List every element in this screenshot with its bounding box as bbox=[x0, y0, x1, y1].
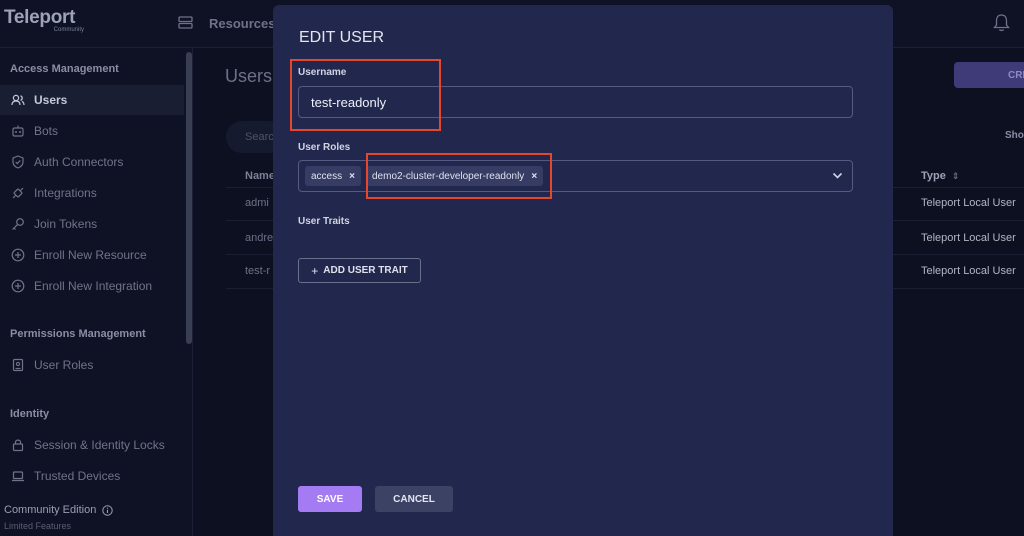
remove-role-icon[interactable]: × bbox=[531, 171, 537, 182]
sidebar-item-users[interactable]: Users bbox=[0, 85, 184, 115]
sidebar-item-user-roles[interactable]: User Roles bbox=[0, 350, 184, 380]
edition-subtitle: Limited Features bbox=[4, 521, 72, 531]
users-icon bbox=[11, 94, 25, 106]
sort-icon[interactable]: ⇕ bbox=[952, 171, 960, 181]
sidebar-item-label: Trusted Devices bbox=[34, 469, 121, 483]
section-permissions-management: Permissions Management bbox=[10, 328, 146, 340]
sidebar-item-join-tokens[interactable]: Join Tokens bbox=[0, 209, 184, 239]
chevron-down-icon[interactable] bbox=[832, 171, 843, 180]
edition-title: Community Edition bbox=[4, 504, 97, 516]
table-row-type: Teleport Local User bbox=[921, 265, 1016, 277]
table-row-name: test-r bbox=[245, 265, 271, 277]
remove-role-icon[interactable]: × bbox=[349, 171, 355, 182]
resources-nav-link[interactable]: Resources bbox=[209, 16, 275, 31]
sidebar-item-label: Bots bbox=[34, 124, 59, 138]
user-roles-select[interactable]: access × demo2-cluster-developer-readonl… bbox=[298, 160, 853, 192]
user-roles-label: User Roles bbox=[298, 142, 351, 153]
teleport-logo[interactable]: Teleport Community bbox=[4, 7, 88, 34]
save-button[interactable]: SAVE bbox=[298, 486, 362, 512]
sidebar-item-trusted-devices[interactable]: Trusted Devices bbox=[0, 461, 184, 491]
username-input[interactable] bbox=[298, 86, 853, 118]
sidebar-scrollbar[interactable] bbox=[186, 52, 192, 344]
table-row-type: Teleport Local User bbox=[921, 232, 1016, 244]
plus-circle-icon bbox=[11, 279, 25, 293]
sidebar-item-label: User Roles bbox=[34, 358, 94, 372]
role-chip-access: access × bbox=[305, 166, 361, 186]
add-user-trait-label: ADD USER TRAIT bbox=[323, 265, 408, 276]
id-badge-icon bbox=[12, 358, 24, 372]
table-row-type: Teleport Local User bbox=[921, 197, 1016, 209]
plus-circle-icon bbox=[11, 248, 25, 262]
add-user-trait-button[interactable]: + ADD USER TRAIT bbox=[298, 258, 421, 283]
cancel-button[interactable]: CANCEL bbox=[375, 486, 453, 512]
user-traits-label: User Traits bbox=[298, 216, 350, 227]
sidebar-item-integrations[interactable]: Integrations bbox=[0, 178, 184, 208]
sidebar-item-label: Join Tokens bbox=[34, 217, 98, 231]
page-title: Users bbox=[225, 66, 273, 86]
sidebar-item-label: Enroll New Integration bbox=[34, 279, 153, 293]
show-label: Sho bbox=[1005, 130, 1024, 141]
username-label: Username bbox=[298, 67, 347, 78]
create-user-button[interactable]: CRE bbox=[954, 62, 1024, 88]
sidebar: Access Management Users Bots Auth Connec… bbox=[0, 48, 193, 536]
sidebar-item-label: Session & Identity Locks bbox=[34, 438, 165, 452]
column-header-name[interactable]: Name bbox=[245, 170, 275, 182]
laptop-icon bbox=[12, 471, 24, 482]
sidebar-item-label: Enroll New Resource bbox=[34, 248, 147, 262]
sidebar-item-label: Auth Connectors bbox=[34, 155, 124, 169]
bell-icon[interactable] bbox=[993, 13, 1010, 32]
plug-icon bbox=[12, 187, 24, 199]
shield-check-icon bbox=[12, 155, 24, 169]
role-chip-label: access bbox=[311, 170, 343, 182]
table-row-name: admi bbox=[245, 197, 269, 209]
edit-user-dialog: EDIT USER Username User Roles access × d… bbox=[273, 5, 893, 536]
sidebar-item-auth-connectors[interactable]: Auth Connectors bbox=[0, 147, 184, 177]
sidebar-item-session-identity-locks[interactable]: Session & Identity Locks bbox=[0, 430, 184, 460]
sidebar-item-label: Integrations bbox=[34, 186, 97, 200]
section-identity: Identity bbox=[10, 408, 50, 420]
plus-icon: + bbox=[311, 263, 319, 278]
sidebar-item-enroll-new-integration[interactable]: Enroll New Integration bbox=[0, 271, 184, 301]
sidebar-item-bots[interactable]: Bots bbox=[0, 116, 184, 146]
role-chip-demo2-cluster-developer-readonly: demo2-cluster-developer-readonly × bbox=[366, 166, 544, 186]
edition-label: Community Edition bbox=[4, 504, 114, 516]
column-header-type-label: Type bbox=[921, 170, 946, 182]
key-icon bbox=[12, 218, 24, 230]
table-row-name: andre bbox=[245, 232, 274, 244]
logo-text: Teleport bbox=[4, 7, 76, 28]
server-icon[interactable] bbox=[178, 16, 193, 29]
dialog-title: EDIT USER bbox=[299, 29, 385, 46]
role-chip-label: demo2-cluster-developer-readonly bbox=[372, 170, 525, 182]
info-icon[interactable] bbox=[102, 504, 114, 516]
sidebar-item-label: Users bbox=[34, 93, 68, 107]
column-header-type[interactable]: Type ⇕ bbox=[921, 170, 959, 182]
section-access-management: Access Management bbox=[10, 63, 119, 75]
lock-icon bbox=[12, 439, 24, 452]
sidebar-item-enroll-new-resource[interactable]: Enroll New Resource bbox=[0, 240, 184, 270]
bot-icon bbox=[12, 125, 24, 137]
